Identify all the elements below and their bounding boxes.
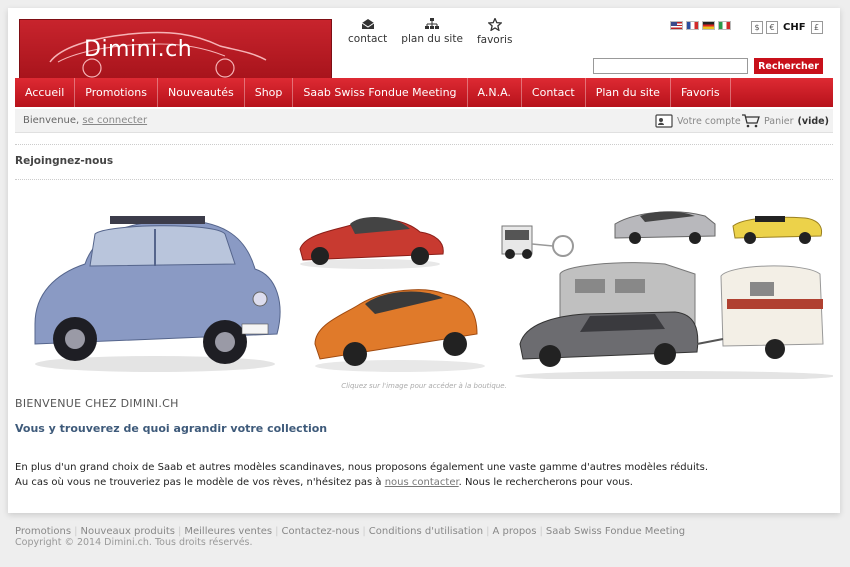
toplink-label: plan du site	[401, 33, 463, 45]
welcome-text: Bienvenue, se connecter	[23, 115, 147, 126]
currency-pound[interactable]: £	[810, 21, 823, 34]
blue-saab-model-icon	[34, 216, 281, 372]
footer-link-about[interactable]: A propos	[492, 526, 536, 537]
account-link[interactable]: Votre compte	[655, 114, 741, 128]
welcome-heading: BIENVENUE CHEZ DIMINI.CH	[15, 397, 179, 410]
banner-caption: Cliquez sur l'image pour accéder à la bo…	[341, 382, 507, 390]
nav-item-plan-du-site[interactable]: Plan du site	[586, 78, 671, 107]
currency-switcher: $ € CHF £	[751, 21, 823, 34]
toplink-favorites[interactable]: favoris	[477, 18, 512, 46]
intro-line-2-end: . Nous le rechercherons pour vous.	[458, 477, 633, 488]
toplink-contact[interactable]: contact	[348, 18, 387, 46]
nav-item-ana[interactable]: A.N.A.	[468, 78, 522, 107]
nav-item-fondue-meeting[interactable]: Saab Swiss Fondue Meeting	[293, 78, 468, 107]
nav-item-contact[interactable]: Contact	[522, 78, 586, 107]
envelope-icon	[361, 19, 374, 29]
language-switcher	[670, 21, 731, 30]
footer-link-new-products[interactable]: Nouveaux produits	[80, 526, 175, 537]
star-icon	[487, 18, 502, 31]
silver-citroen-model-icon	[614, 211, 716, 244]
red-sonett-model-icon	[299, 217, 444, 269]
collection-heading: Vous y trouverez de quoi agrandir votre …	[15, 422, 328, 435]
toplink-sitemap[interactable]: plan du site	[401, 18, 463, 46]
flag-it-icon[interactable]	[718, 21, 731, 30]
flag-fr-icon[interactable]	[686, 21, 699, 30]
toplink-label: favoris	[476, 34, 513, 46]
footer-separator: |	[275, 526, 279, 537]
nav-item-accueil[interactable]: Accueil	[15, 78, 76, 107]
user-bar: Bienvenue, se connecter Votre compte Pan…	[15, 109, 833, 133]
account-icon	[655, 114, 673, 128]
search-button[interactable]: Rechercher	[754, 58, 823, 74]
logo-text: Dimini.ch	[84, 37, 193, 62]
toplink-label: contact	[348, 33, 388, 45]
orange-volvo-model-icon	[314, 289, 485, 372]
flag-de-icon[interactable]	[702, 21, 715, 30]
site-logo[interactable]: Dimini.ch	[19, 19, 332, 79]
footer-links: Promotions | Nouveaux produits | Meilleu…	[15, 526, 685, 537]
sitemap-icon	[425, 18, 440, 29]
footer-link-contact[interactable]: Contactez-nous	[281, 526, 359, 537]
divider	[15, 179, 833, 180]
login-link[interactable]: se connecter	[82, 115, 147, 126]
nav-item-shop[interactable]: Shop	[245, 78, 294, 107]
footer-separator: |	[539, 526, 543, 537]
top-links: contact plan du site favoris	[348, 18, 512, 46]
account-label: Votre compte	[677, 115, 741, 127]
intro-paragraph: En plus d'un grand choix de Saab et autr…	[15, 460, 835, 490]
nav-item-promotions[interactable]: Promotions	[75, 78, 158, 107]
nav-item-favoris[interactable]: Favoris	[671, 78, 731, 107]
footer-separator: |	[486, 526, 490, 537]
footer-link-terms[interactable]: Conditions d'utilisation	[369, 526, 483, 537]
footer-link-best-sellers[interactable]: Meilleures ventes	[184, 526, 272, 537]
currency-euro[interactable]: €	[766, 21, 778, 34]
nav-item-nouveautes[interactable]: Nouveautés	[158, 78, 245, 107]
flag-en-icon[interactable]	[670, 21, 683, 30]
divider	[15, 144, 833, 145]
footer-separator: |	[178, 526, 182, 537]
footer-link-fondue-meeting[interactable]: Saab Swiss Fondue Meeting	[546, 526, 685, 537]
copyright-text: Copyright © 2014 Dimini.ch. Tous droits …	[15, 537, 253, 548]
truck-keychain-model-icon	[501, 225, 574, 259]
yellow-convertible-model-icon	[732, 216, 823, 244]
car-with-camper-trailer-model-icon	[515, 262, 833, 379]
collection-banner-image[interactable]	[15, 194, 833, 379]
footer-link-promotions[interactable]: Promotions	[15, 526, 71, 537]
currency-dollar[interactable]: $	[751, 21, 763, 34]
section-title: Rejoingnez-nous	[15, 155, 114, 167]
intro-line-1: En plus d'un grand choix de Saab et autr…	[15, 462, 709, 473]
cart-status: (vide)	[797, 115, 829, 127]
intro-line-2: Au cas où vous ne trouveriez pas le modè…	[15, 475, 835, 490]
cart-label: Panier	[764, 115, 794, 127]
footer-separator: |	[74, 526, 78, 537]
search-input[interactable]	[593, 58, 748, 74]
footer-separator: |	[362, 526, 366, 537]
page-container: Dimini.ch contact plan du site favoris $…	[8, 8, 840, 513]
cart-link[interactable]: Panier (vide)	[742, 114, 829, 128]
contact-us-link[interactable]: nous contacter	[385, 477, 459, 488]
intro-line-2-text: Au cas où vous ne trouveriez pas le modè…	[15, 477, 385, 488]
currency-active[interactable]: CHF	[781, 22, 808, 33]
cart-icon	[742, 114, 760, 128]
main-nav: Accueil Promotions Nouveautés Shop Saab …	[15, 78, 833, 107]
welcome-label: Bienvenue,	[23, 115, 80, 126]
